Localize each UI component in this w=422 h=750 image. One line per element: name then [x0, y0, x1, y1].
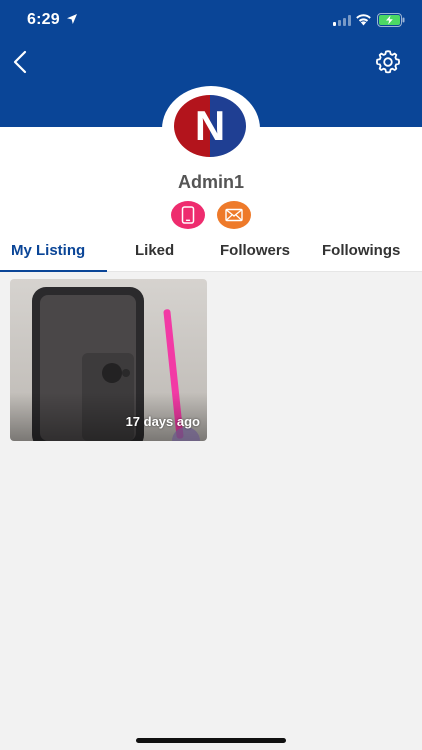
- listing-time-ago: 17 days ago: [125, 414, 200, 429]
- avatar: N: [174, 95, 246, 157]
- battery-charging-icon: [377, 13, 405, 27]
- mail-button[interactable]: [217, 201, 251, 229]
- cellular-signal-icon: [333, 15, 351, 26]
- tab-my-listing[interactable]: My Listing: [11, 242, 85, 259]
- wifi-icon: [356, 14, 371, 26]
- status-bar: 6:29: [0, 0, 422, 42]
- username: Admin1: [177, 172, 244, 192]
- avatar-letter: N: [195, 102, 225, 149]
- location-arrow-icon: [67, 14, 77, 24]
- home-indicator[interactable]: [136, 738, 286, 743]
- tab-liked[interactable]: Liked: [135, 242, 174, 259]
- status-time: 6:29: [27, 11, 60, 28]
- tab-followings[interactable]: Followings: [322, 242, 400, 259]
- active-tab-indicator: [0, 270, 107, 272]
- mail-icon: [225, 208, 243, 222]
- phone-button[interactable]: [171, 201, 205, 229]
- profile-screen: 6:29 N Admin1 My Listing Liked Followers…: [0, 0, 422, 750]
- tab-followers[interactable]: Followers: [220, 242, 290, 259]
- profile-tabs: My Listing Liked Followers Followings: [0, 232, 422, 272]
- gear-icon[interactable]: [374, 48, 402, 76]
- back-button[interactable]: [8, 48, 34, 76]
- phone-icon: [181, 206, 195, 224]
- listing-card[interactable]: 17 days ago: [10, 279, 207, 441]
